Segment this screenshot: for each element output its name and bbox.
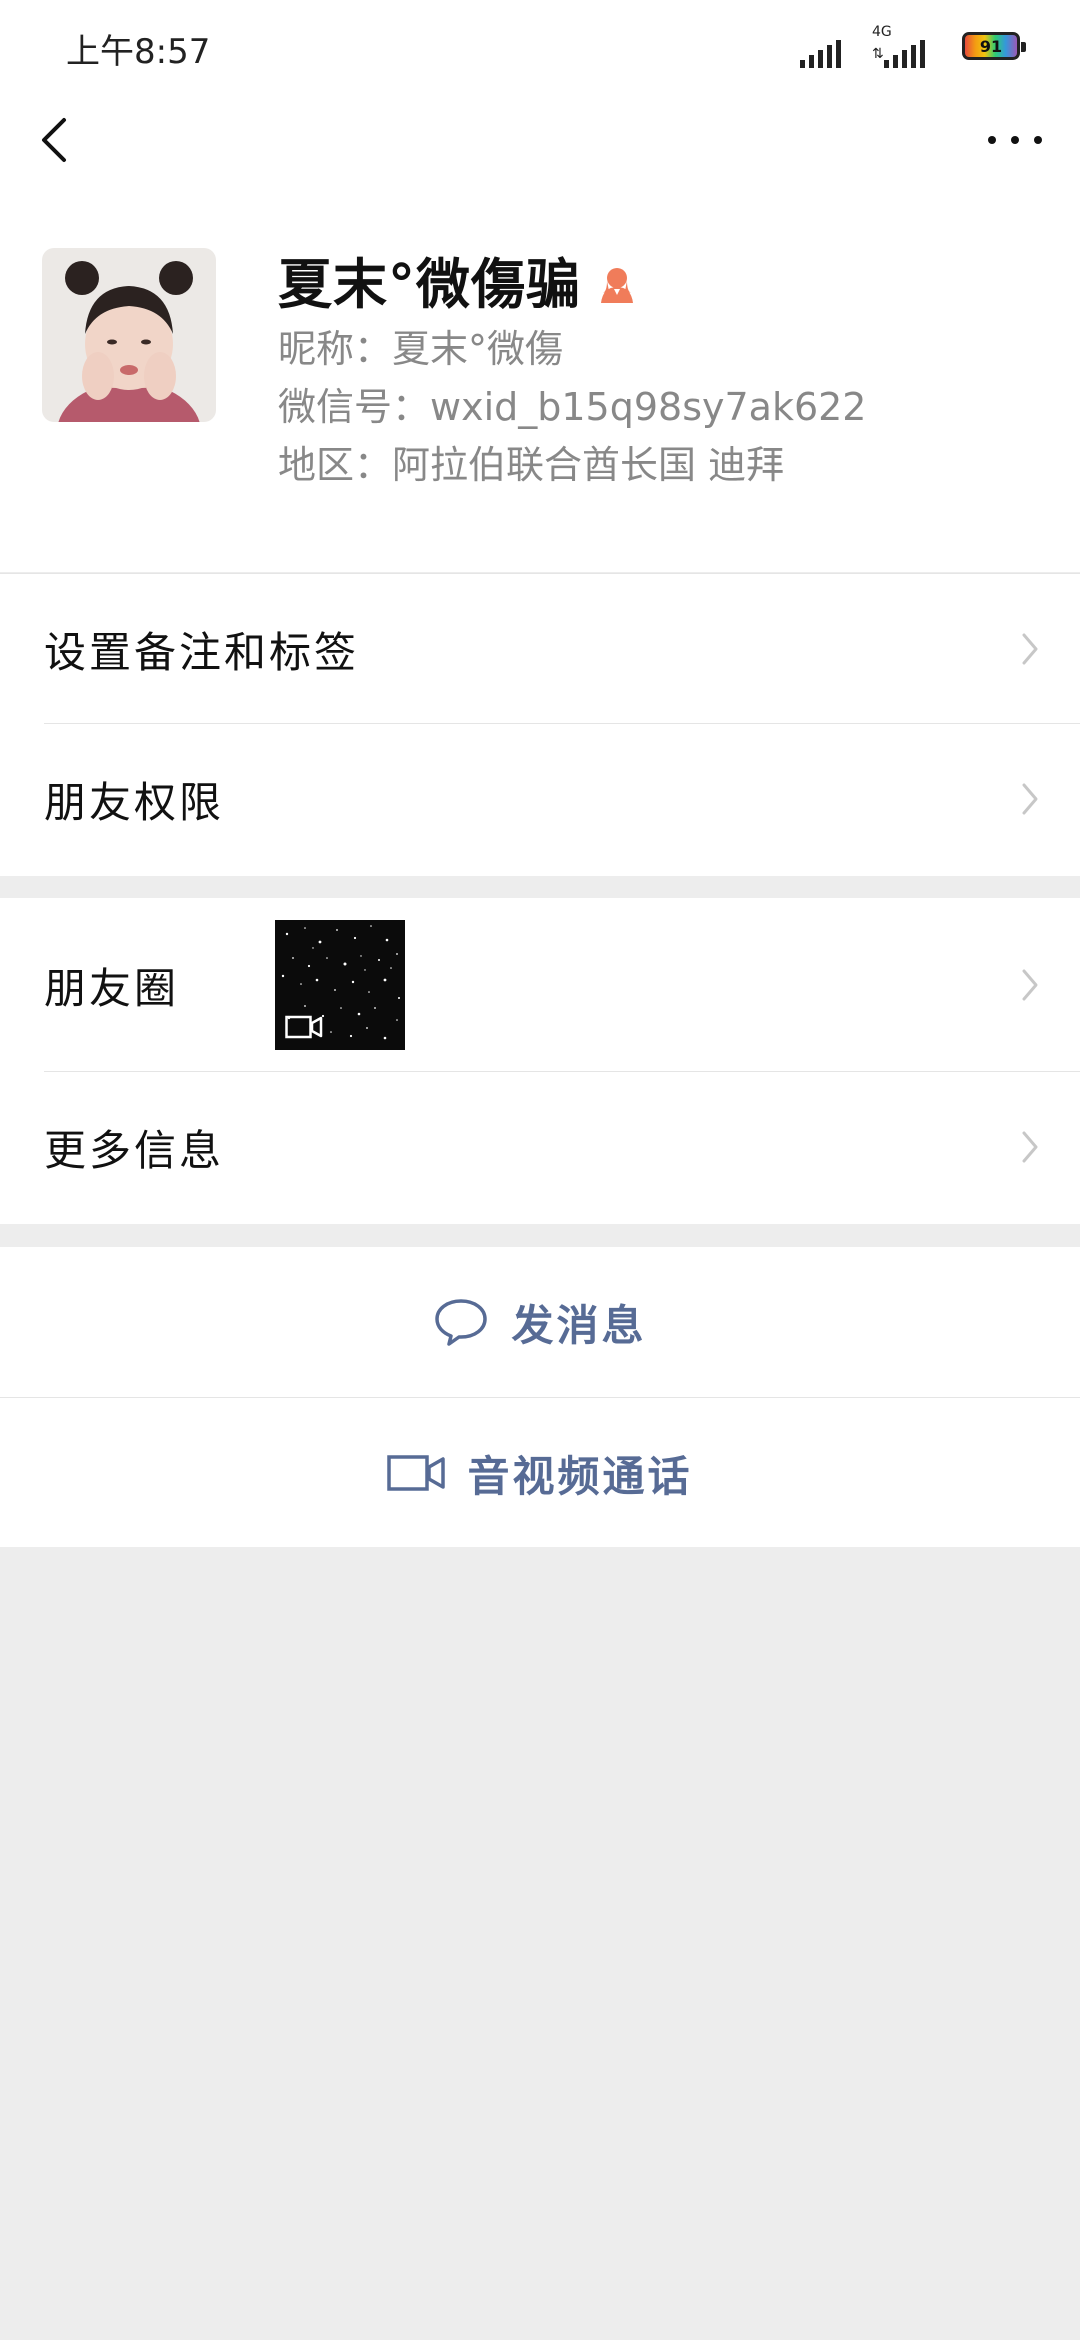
moments-thumbnail[interactable]	[275, 920, 405, 1050]
video-icon	[285, 1015, 323, 1039]
status-bar: 上午8:57 4G ⇅ 91	[0, 0, 1080, 90]
signal-strength-icon	[800, 40, 841, 68]
actions-panel: 发消息 音视频通话	[0, 1247, 1080, 1547]
region-text: 地区：阿拉伯联合酋长国 迪拜	[278, 443, 785, 487]
nickname-text: 昵称：夏末°微傷	[278, 327, 564, 371]
video-call-icon	[387, 1455, 446, 1491]
send-message-button[interactable]: 发消息	[0, 1247, 1080, 1397]
more-info-item[interactable]: 更多信息	[0, 1072, 1080, 1222]
menu-group-moments: 朋友圈 更多信息	[0, 898, 1080, 1224]
profile-header: 夏末°微傷骗 昵称：夏末°微傷 微信号：wxid_b15q98sy7ak622 …	[0, 190, 1080, 572]
avatar[interactable]	[42, 248, 216, 422]
battery-level: 91	[979, 36, 1003, 56]
chevron-right-icon	[1022, 969, 1038, 1001]
chevron-right-icon	[1022, 1131, 1038, 1163]
female-icon	[601, 267, 633, 303]
chevron-right-icon	[1022, 633, 1038, 665]
top-nav	[0, 90, 1080, 190]
friend-permissions-label: 朋友权限	[44, 777, 225, 827]
friend-permissions-item[interactable]: 朋友权限	[0, 724, 1080, 874]
menu-group-settings: 设置备注和标签 朋友权限	[0, 573, 1080, 876]
moments-item[interactable]: 朋友圈	[0, 898, 1080, 1072]
av-call-label: 音视频通话	[467, 1451, 693, 1501]
chat-bubble-icon	[435, 1299, 488, 1346]
name-row: 夏末°微傷骗	[278, 240, 639, 319]
wechat-id-text: 微信号：wxid_b15q98sy7ak622	[278, 385, 867, 429]
remark-tags-item[interactable]: 设置备注和标签	[0, 574, 1080, 724]
network-type-label: 4G	[872, 24, 892, 40]
chevron-right-icon	[1022, 783, 1038, 815]
network-arrows-icon: ⇅	[872, 46, 884, 62]
send-message-label: 发消息	[511, 1300, 647, 1350]
more-info-label: 更多信息	[44, 1125, 225, 1175]
status-time: 上午8:57	[66, 32, 211, 72]
display-name: 夏末°微傷骗	[278, 253, 581, 316]
signal-strength-icon-2	[884, 40, 925, 68]
avatar-image	[42, 248, 216, 422]
remark-tags-label: 设置备注和标签	[44, 627, 360, 677]
moments-label: 朋友圈	[44, 963, 180, 1013]
battery-icon: 91	[962, 32, 1026, 60]
chevron-left-icon[interactable]	[30, 110, 80, 170]
av-call-button[interactable]: 音视频通话	[0, 1397, 1080, 1548]
more-dots-icon[interactable]	[980, 120, 1050, 160]
status-icons: 4G ⇅ 91	[800, 24, 1026, 68]
